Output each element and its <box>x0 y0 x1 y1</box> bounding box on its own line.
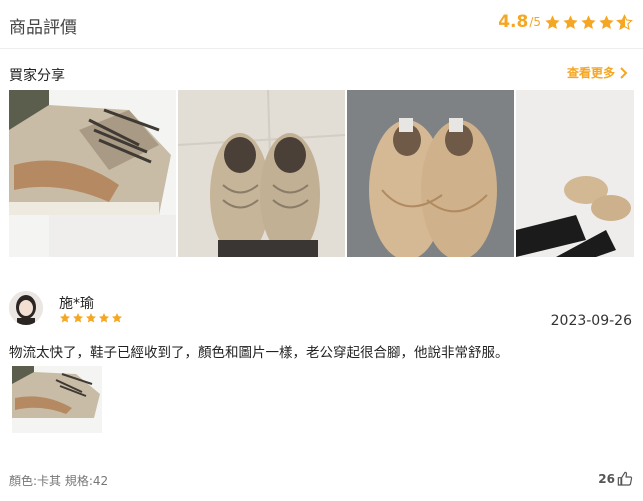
star-icon <box>99 313 109 323</box>
photo-shoes-worn[interactable] <box>516 90 634 257</box>
overall-rating: 4.8 /5 <box>498 12 633 32</box>
review-date: 2023-09-26 <box>550 313 632 329</box>
rating-score: 4.8 <box>498 12 529 32</box>
star-icon <box>545 14 560 29</box>
view-more-label: 查看更多 <box>566 66 615 80</box>
star-icon <box>599 14 614 29</box>
star-icon <box>581 14 596 29</box>
rating-max: /5 <box>529 15 541 29</box>
thumbs-up-icon <box>617 471 633 486</box>
view-more-link[interactable]: 查看更多 <box>567 64 629 81</box>
star-icon <box>563 14 578 29</box>
buyer-photos-title: 買家分享 <box>9 68 65 84</box>
avatar <box>9 291 43 325</box>
like-count: 26 <box>598 472 615 486</box>
reviewer-name: 施*瑜 <box>59 296 94 312</box>
page-title: 商品評價 <box>9 18 77 38</box>
product-spec: 顏色:卡其 規格:42 <box>9 474 109 488</box>
review-star-rating <box>59 312 124 324</box>
star-icon <box>73 313 83 323</box>
star-icon <box>112 313 122 323</box>
like-button[interactable]: 26 <box>598 471 633 487</box>
photo-shoes-pair-top[interactable] <box>347 90 514 257</box>
review-photo-thumbnail[interactable] <box>12 366 102 433</box>
review-text: 物流太快了，鞋子已經收到了，顏色和圖片一樣，老公穿起很合腳，他說非常舒服。 <box>9 345 509 361</box>
photo-shoe-closeup[interactable] <box>9 90 176 257</box>
chevron-right-icon <box>620 66 628 79</box>
half-star-icon <box>616 13 633 30</box>
photo-shoes-on-floor[interactable] <box>178 90 345 257</box>
star-icon <box>86 313 96 323</box>
ratings-header: 商品評價 4.8 /5 <box>0 0 643 49</box>
star-icon <box>60 313 70 323</box>
